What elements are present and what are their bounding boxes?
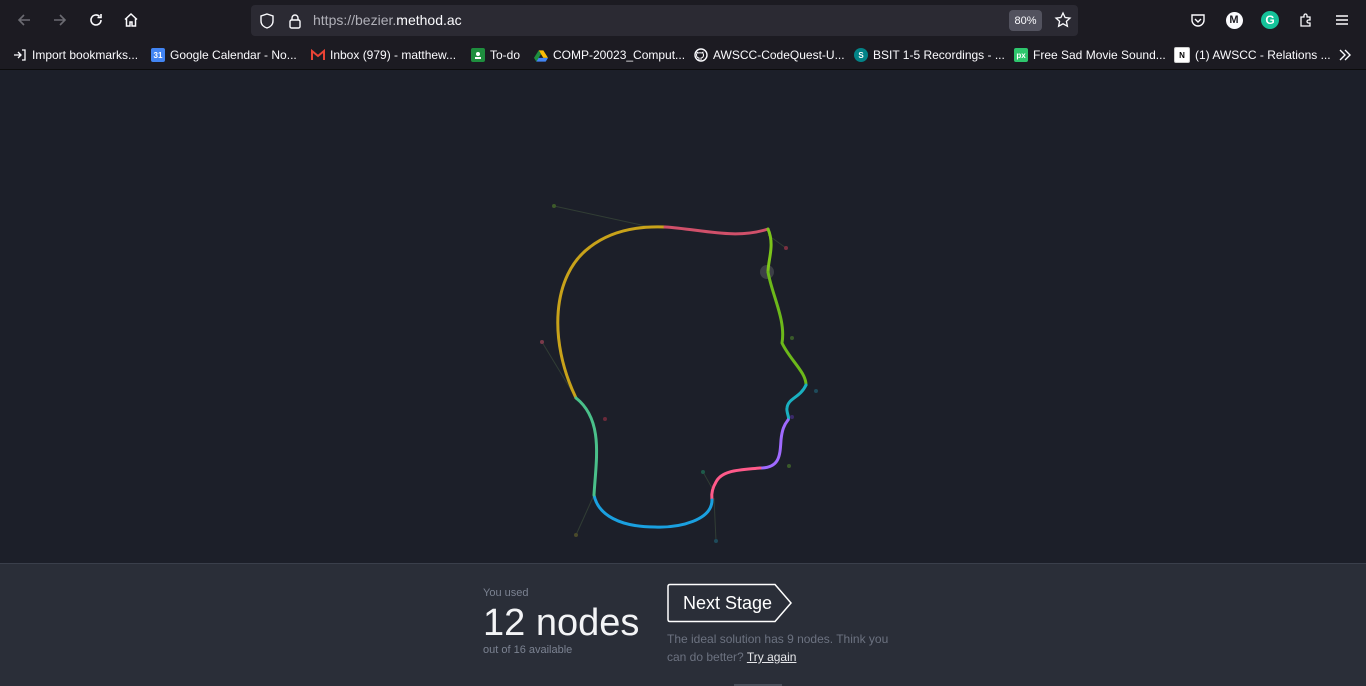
bezier-drawing[interactable]: [0, 70, 1366, 563]
bookmark-label: Inbox (979) - matthew...: [330, 48, 457, 62]
extensions-icon[interactable]: [1295, 9, 1317, 31]
github-icon: [694, 48, 708, 62]
result-panel: You used 12 nodes out of 16 available Ne…: [0, 563, 1366, 686]
bookmark-to-do[interactable]: To-do: [471, 46, 520, 64]
bookmark-bsit-recordings[interactable]: S BSIT 1-5 Recordings - ...: [854, 46, 1005, 64]
bookmark-comp-20023[interactable]: COMP-20023_Comput...: [534, 46, 685, 64]
account-icon[interactable]: M: [1223, 9, 1245, 31]
bookmark-awscc-codequest[interactable]: AWSCC-CodeQuest-U...: [694, 46, 845, 64]
url-text[interactable]: https://bezier.method.ac: [313, 12, 462, 28]
try-again-link[interactable]: Try again: [747, 650, 797, 664]
next-stage-button[interactable]: Next Stage: [667, 583, 795, 626]
nodes-count: 12 nodes: [483, 602, 640, 644]
bookmark-label: To-do: [490, 48, 521, 62]
home-icon[interactable]: [117, 6, 145, 34]
notion-icon: N: [1174, 47, 1190, 63]
pixabay-icon: px: [1014, 48, 1028, 62]
bezier-canvas[interactable]: [0, 70, 1366, 563]
classroom-icon: [471, 48, 485, 62]
calendar-icon: 31: [151, 48, 165, 62]
bookmark-label: COMP-20023_Comput...: [553, 48, 686, 62]
next-stage-label: Next Stage: [683, 593, 773, 613]
url-prefix: https://bezier.: [313, 12, 397, 28]
bookmark-awscc-relations[interactable]: N (1) AWSCC - Relations ...: [1174, 46, 1331, 64]
gmail-icon: [311, 48, 325, 62]
bookmark-label: (1) AWSCC - Relations ...: [1195, 48, 1331, 62]
drive-icon: [534, 48, 548, 62]
reload-icon[interactable]: [82, 6, 110, 34]
ideal-solution-text: The ideal solution has 9 nodes. Think yo…: [667, 630, 897, 666]
bookmark-gmail[interactable]: Inbox (979) - matthew...: [311, 46, 456, 64]
bookmark-import[interactable]: Import bookmarks...: [13, 46, 138, 64]
pocket-icon[interactable]: [1187, 9, 1209, 31]
star-icon[interactable]: [1054, 11, 1072, 29]
address-bar[interactable]: https://bezier.method.ac 80%: [251, 5, 1078, 36]
lock-icon[interactable]: [286, 12, 304, 30]
bookmarks-overflow-icon[interactable]: [1338, 46, 1352, 64]
forward-icon[interactable]: [46, 6, 74, 34]
grammarly-initial: G: [1261, 11, 1279, 29]
sharepoint-icon: S: [854, 48, 868, 62]
bookmark-label: Google Calendar - No...: [170, 48, 297, 62]
account-initial: M: [1225, 11, 1243, 29]
import-icon: [13, 48, 27, 62]
head-outline-path: [556, 225, 808, 529]
bookmarks-toolbar: Import bookmarks... 31 Google Calendar -…: [0, 40, 1366, 70]
url-domain: method.ac: [396, 12, 462, 28]
bookmark-label: Import bookmarks...: [32, 48, 139, 62]
bookmark-free-sad-movie-sound[interactable]: px Free Sad Movie Sound...: [1014, 46, 1166, 64]
available-nodes: out of 16 available: [483, 644, 573, 656]
bookmark-label: Free Sad Movie Sound...: [1033, 48, 1166, 62]
browser-toolbar: https://bezier.method.ac 80% M G: [0, 0, 1366, 40]
bookmark-label: AWSCC-CodeQuest-U...: [713, 48, 845, 62]
bookmark-google-calendar[interactable]: 31 Google Calendar - No...: [151, 46, 297, 64]
back-icon[interactable]: [10, 6, 38, 34]
zoom-level-badge[interactable]: 80%: [1009, 10, 1042, 31]
bookmark-label: BSIT 1-5 Recordings - ...: [873, 48, 1005, 62]
menu-icon[interactable]: [1331, 9, 1353, 31]
used-label: You used: [483, 587, 529, 599]
shield-icon[interactable]: [258, 12, 276, 30]
grammarly-icon[interactable]: G: [1259, 9, 1281, 31]
